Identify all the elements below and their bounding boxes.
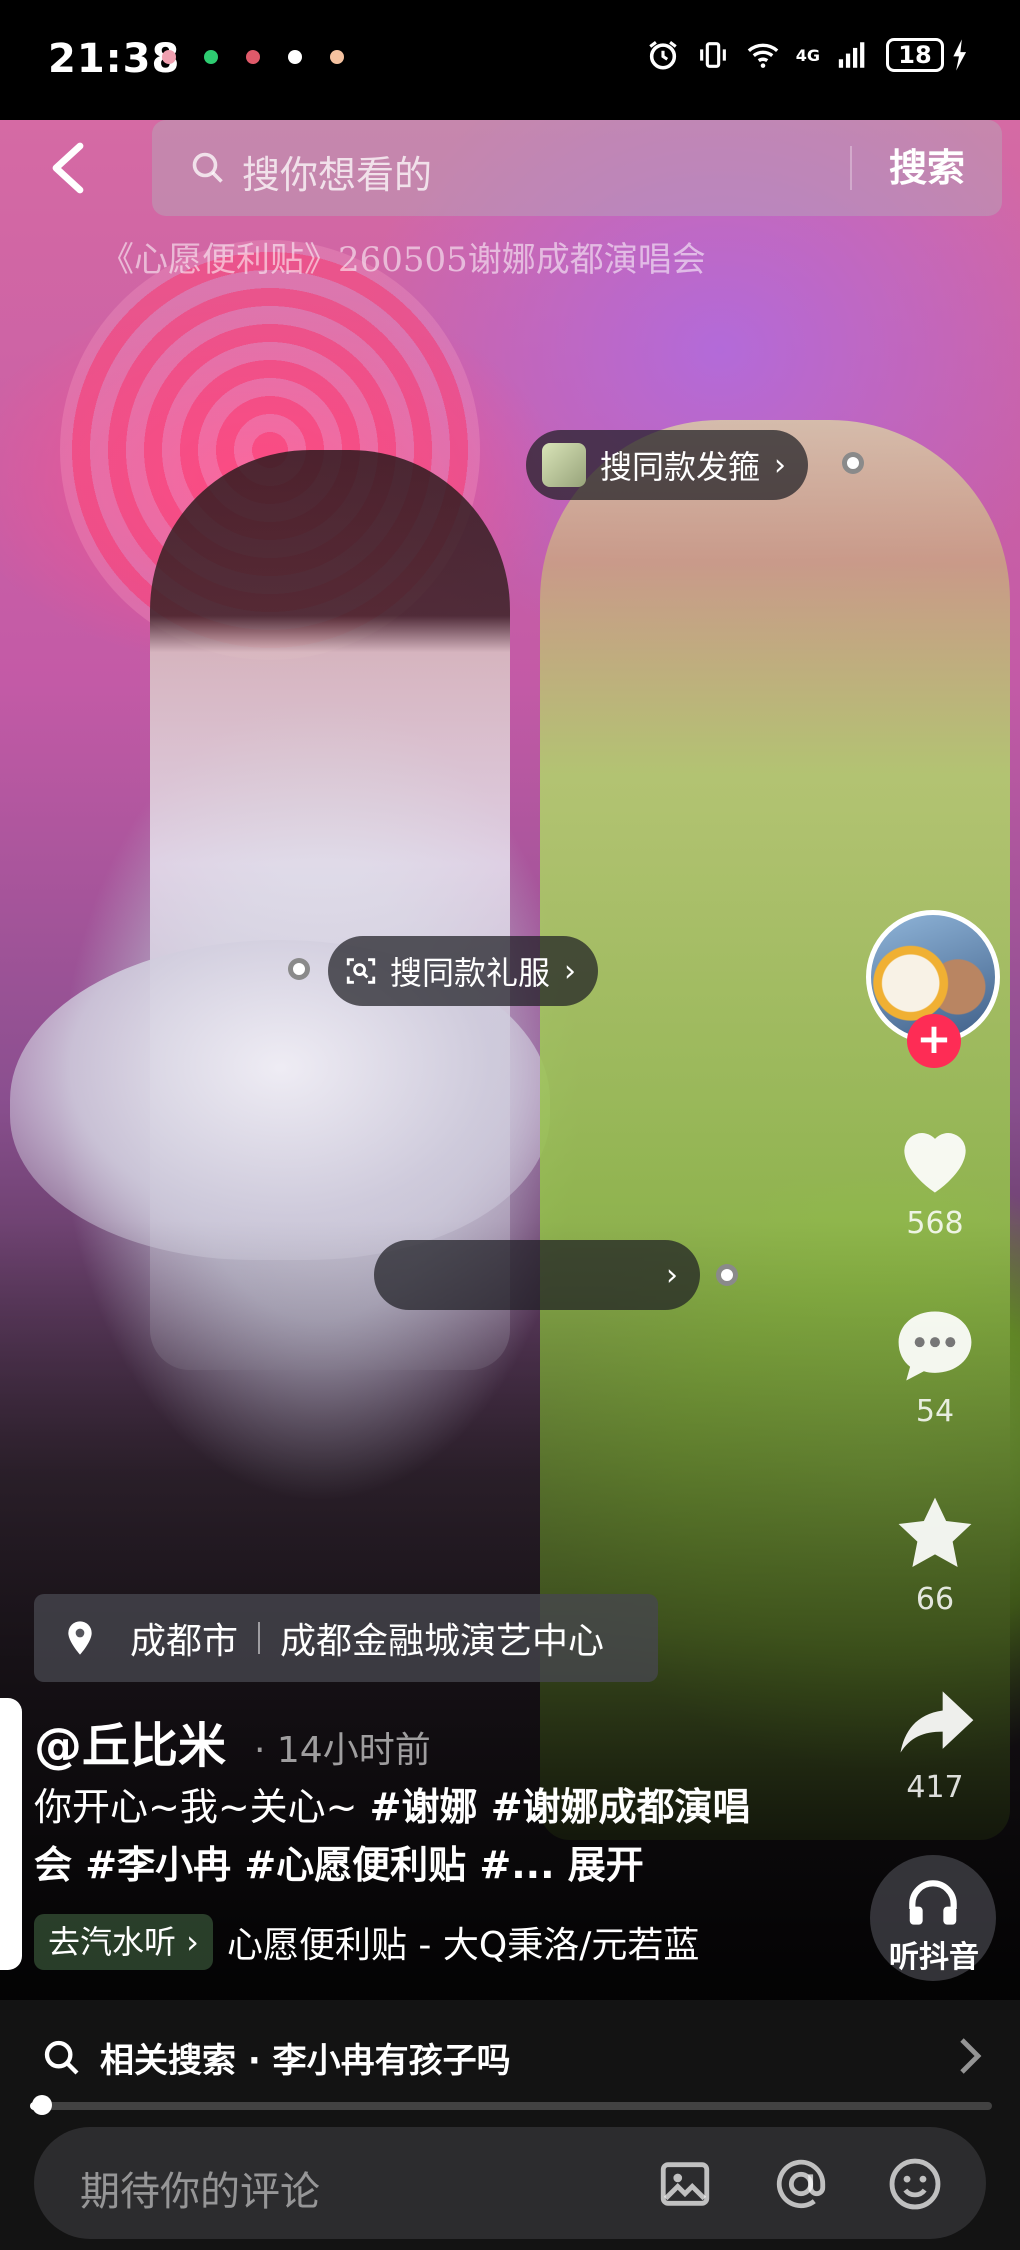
comment-bar: 期待你的评论: [0, 2115, 1020, 2250]
search-icon: [44, 2040, 79, 2075]
star-icon: [898, 1497, 972, 1567]
related-search-label: 相关搜索 · 李小冉有孩子吗: [100, 2041, 511, 2081]
hashtag-link[interactable]: #心愿便利贴: [244, 1843, 466, 1887]
charging-icon: [953, 39, 967, 71]
side-drawer-handle[interactable]: [0, 1698, 22, 1970]
notification-dot-icon: [288, 50, 302, 64]
battery-level: 18: [886, 38, 944, 72]
alarm-icon: [649, 41, 677, 70]
product-tag-label: 搜同款礼服: [390, 954, 551, 992]
notification-dot-icon: [330, 50, 344, 64]
network-type: 4G: [795, 45, 820, 65]
product-tag-anchor-dot: [842, 452, 864, 474]
location-separator: [258, 1622, 261, 1654]
status-time: 21:38: [48, 36, 181, 82]
location-pin-icon: [68, 1621, 92, 1655]
location-chip[interactable]: 成都市 成都金融城演艺中心: [34, 1594, 658, 1682]
headphones-icon: [909, 1880, 957, 1925]
comment-input[interactable]: 期待你的评论: [34, 2127, 986, 2239]
product-tag-anchor-dot: [288, 958, 310, 980]
notification-dot-icon: [204, 50, 218, 64]
chevron-right-icon: [960, 2038, 982, 2074]
comment-count: 54: [915, 1394, 955, 1429]
hashtag-link[interactable]: #李小冉: [85, 1843, 231, 1887]
progress-knob[interactable]: [31, 2095, 52, 2115]
product-tag-label: 搜同款发箍: [600, 448, 761, 486]
search-icon: [192, 152, 223, 183]
search-input[interactable]: 搜你想看的: [242, 144, 432, 199]
share-count: 417: [906, 1770, 964, 1805]
emoji-icon[interactable]: [886, 2155, 944, 2213]
listen-douyin-label: 听抖音: [889, 1940, 979, 1975]
post-time: · 14小时前: [254, 1730, 431, 1771]
heart-icon: [904, 1133, 966, 1193]
chevron-right-icon: ›: [564, 953, 577, 989]
product-tag-loading[interactable]: ›: [374, 1240, 700, 1310]
follow-button[interactable]: +: [907, 1014, 961, 1068]
share-button[interactable]: 417: [880, 1676, 990, 1805]
like-count: 568: [906, 1206, 964, 1241]
wifi-icon: [747, 43, 779, 68]
scan-search-icon: [346, 958, 376, 984]
location-city: 成都市: [130, 1621, 239, 1662]
notification-dot-icon: [246, 50, 260, 64]
share-arrow-icon: [900, 1691, 974, 1753]
video-caption-overlay: 《心愿便利贴》260505谢娜成都演唱会: [100, 240, 706, 280]
related-search-bar[interactable]: 相关搜索 · 李小冉有孩子吗: [0, 2000, 1020, 2115]
product-tag-anchor-dot: [716, 1264, 738, 1286]
image-icon[interactable]: [656, 2155, 714, 2213]
expand-button[interactable]: 展开: [568, 1843, 644, 1887]
comment-placeholder: 期待你的评论: [80, 2169, 320, 2215]
comment-bubble-icon: [898, 1311, 972, 1381]
post-description[interactable]: 你开心~我~关心~ #谢娜 #谢娜成都演唱会 #李小冉 #心愿便利贴 #... …: [34, 1778, 754, 1894]
music-title[interactable]: 心愿便利贴 - 大Q秉洛/元若蓝: [227, 1916, 699, 1968]
status-bar: 21:38 4G 18: [0, 0, 1020, 120]
mention-icon[interactable]: [772, 2155, 830, 2213]
status-right-icons: 4G 18: [646, 38, 970, 72]
comment-button[interactable]: 54: [880, 1300, 990, 1429]
favorite-button[interactable]: 66: [880, 1488, 990, 1617]
open-in-qishui-button[interactable]: 去汽水听 ›: [34, 1914, 213, 1970]
author-row: @丘比米 · 14小时前: [34, 1706, 431, 1776]
favorite-count: 66: [915, 1582, 955, 1617]
like-button[interactable]: 568: [880, 1112, 990, 1241]
location-venue: 成都金融城演艺中心: [280, 1621, 605, 1662]
notification-icons: [162, 50, 344, 64]
hashtag-link[interactable]: #...: [479, 1843, 554, 1887]
product-thumbnail: [542, 443, 586, 487]
author-name[interactable]: @丘比米: [34, 1706, 226, 1776]
search-button[interactable]: 搜索: [852, 120, 1002, 216]
back-arrow-icon[interactable]: [40, 138, 100, 198]
battery-indicator: 18: [886, 38, 970, 72]
signal-icon: [838, 42, 865, 68]
video-progress-bar[interactable]: [30, 2095, 992, 2115]
performer-left: [150, 450, 510, 1370]
product-tag-hairband[interactable]: 搜同款发箍 ›: [526, 430, 809, 500]
product-tag-dress[interactable]: 搜同款礼服 ›: [328, 936, 599, 1006]
chevron-right-icon: ›: [666, 1257, 678, 1293]
search-bar[interactable]: 搜你想看的 搜索: [152, 120, 1002, 216]
music-row: 去汽水听 › 心愿便利贴 - 大Q秉洛/元若蓝: [34, 1914, 699, 1970]
notification-dot-icon: [162, 50, 176, 64]
description-text: 你开心~我~关心~: [34, 1785, 370, 1829]
hashtag-link[interactable]: #谢娜: [370, 1785, 478, 1829]
chevron-right-icon: ›: [774, 447, 787, 483]
vibrate-icon: [699, 42, 726, 68]
